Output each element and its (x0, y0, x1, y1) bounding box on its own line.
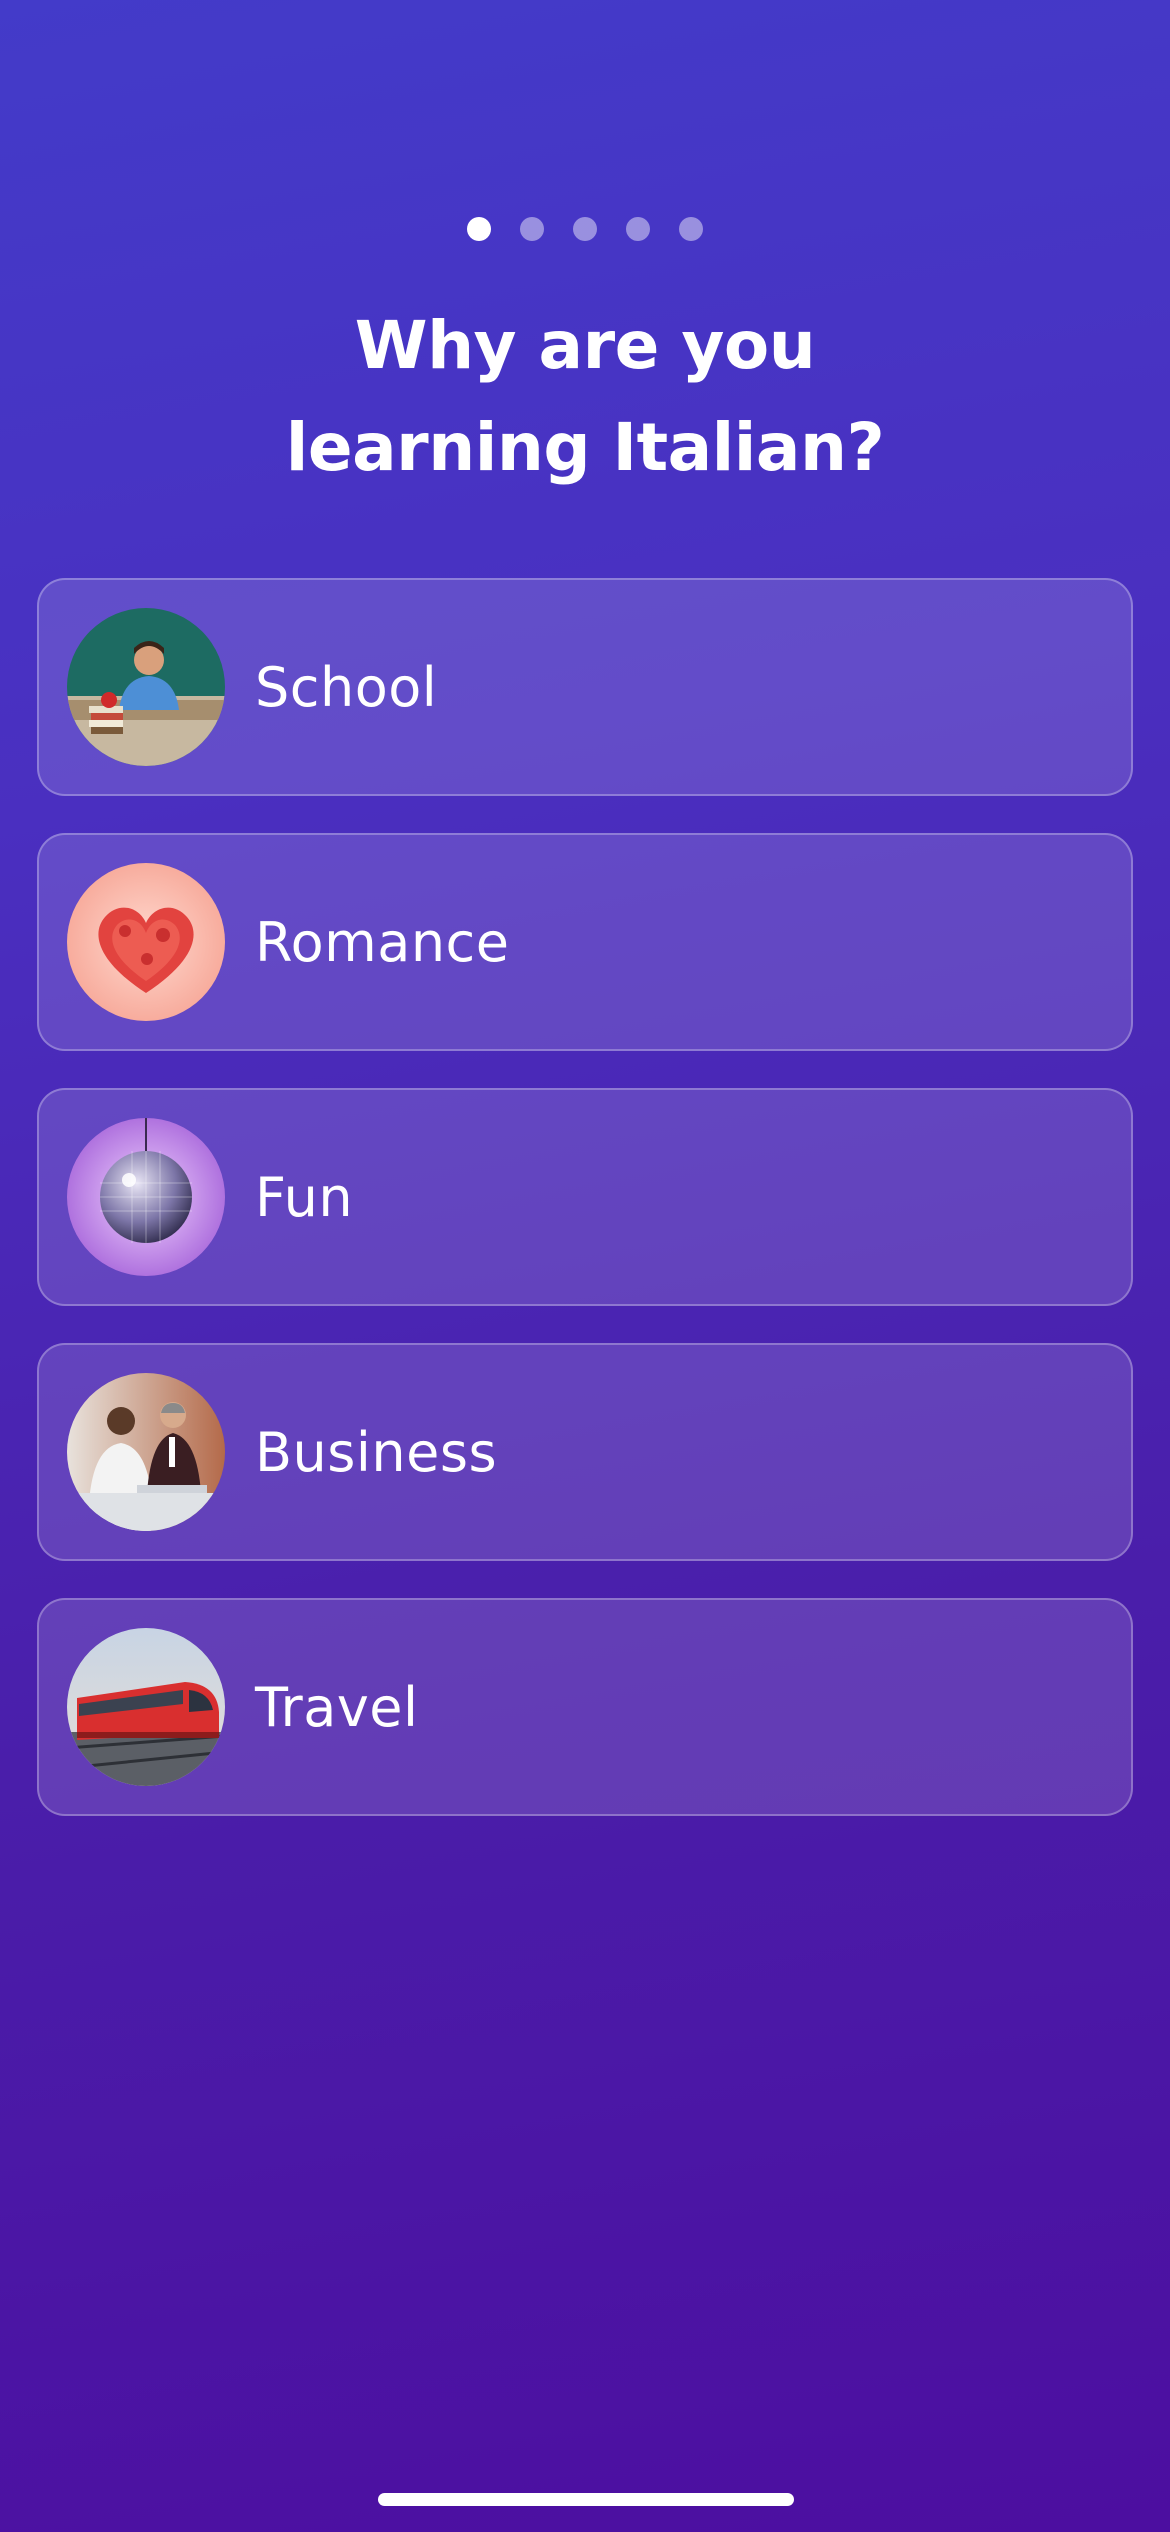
progress-dot-3 (573, 217, 597, 241)
heart-illustration (67, 863, 225, 1021)
progress-dot-5 (679, 217, 703, 241)
progress-dots (0, 217, 1170, 241)
teacher-illustration (67, 608, 225, 766)
option-fun[interactable]: Fun (37, 1088, 1133, 1306)
option-label-romance: Romance (255, 910, 510, 974)
option-label-business: Business (255, 1420, 498, 1484)
progress-dot-4 (626, 217, 650, 241)
disco-ball-illustration (67, 1118, 225, 1276)
reason-options-list: School Romance Fun Business Travel (37, 578, 1133, 1853)
option-travel[interactable]: Travel (37, 1598, 1133, 1816)
train-illustration (67, 1628, 225, 1786)
home-indicator[interactable] (378, 2493, 794, 2506)
option-label-fun: Fun (255, 1165, 354, 1229)
option-label-school: School (255, 655, 438, 719)
progress-dot-2 (520, 217, 544, 241)
option-school[interactable]: School (37, 578, 1133, 796)
page-title: Why are you learning Italian? (0, 295, 1170, 499)
business-meeting-illustration (67, 1373, 225, 1531)
option-romance[interactable]: Romance (37, 833, 1133, 1051)
page-title-line-2: learning Italian? (285, 409, 885, 486)
option-label-travel: Travel (255, 1675, 419, 1739)
progress-dot-1 (467, 217, 491, 241)
page-title-line-1: Why are you (354, 307, 816, 384)
option-business[interactable]: Business (37, 1343, 1133, 1561)
onboarding-screen: Why are you learning Italian? School Rom… (0, 0, 1170, 2532)
